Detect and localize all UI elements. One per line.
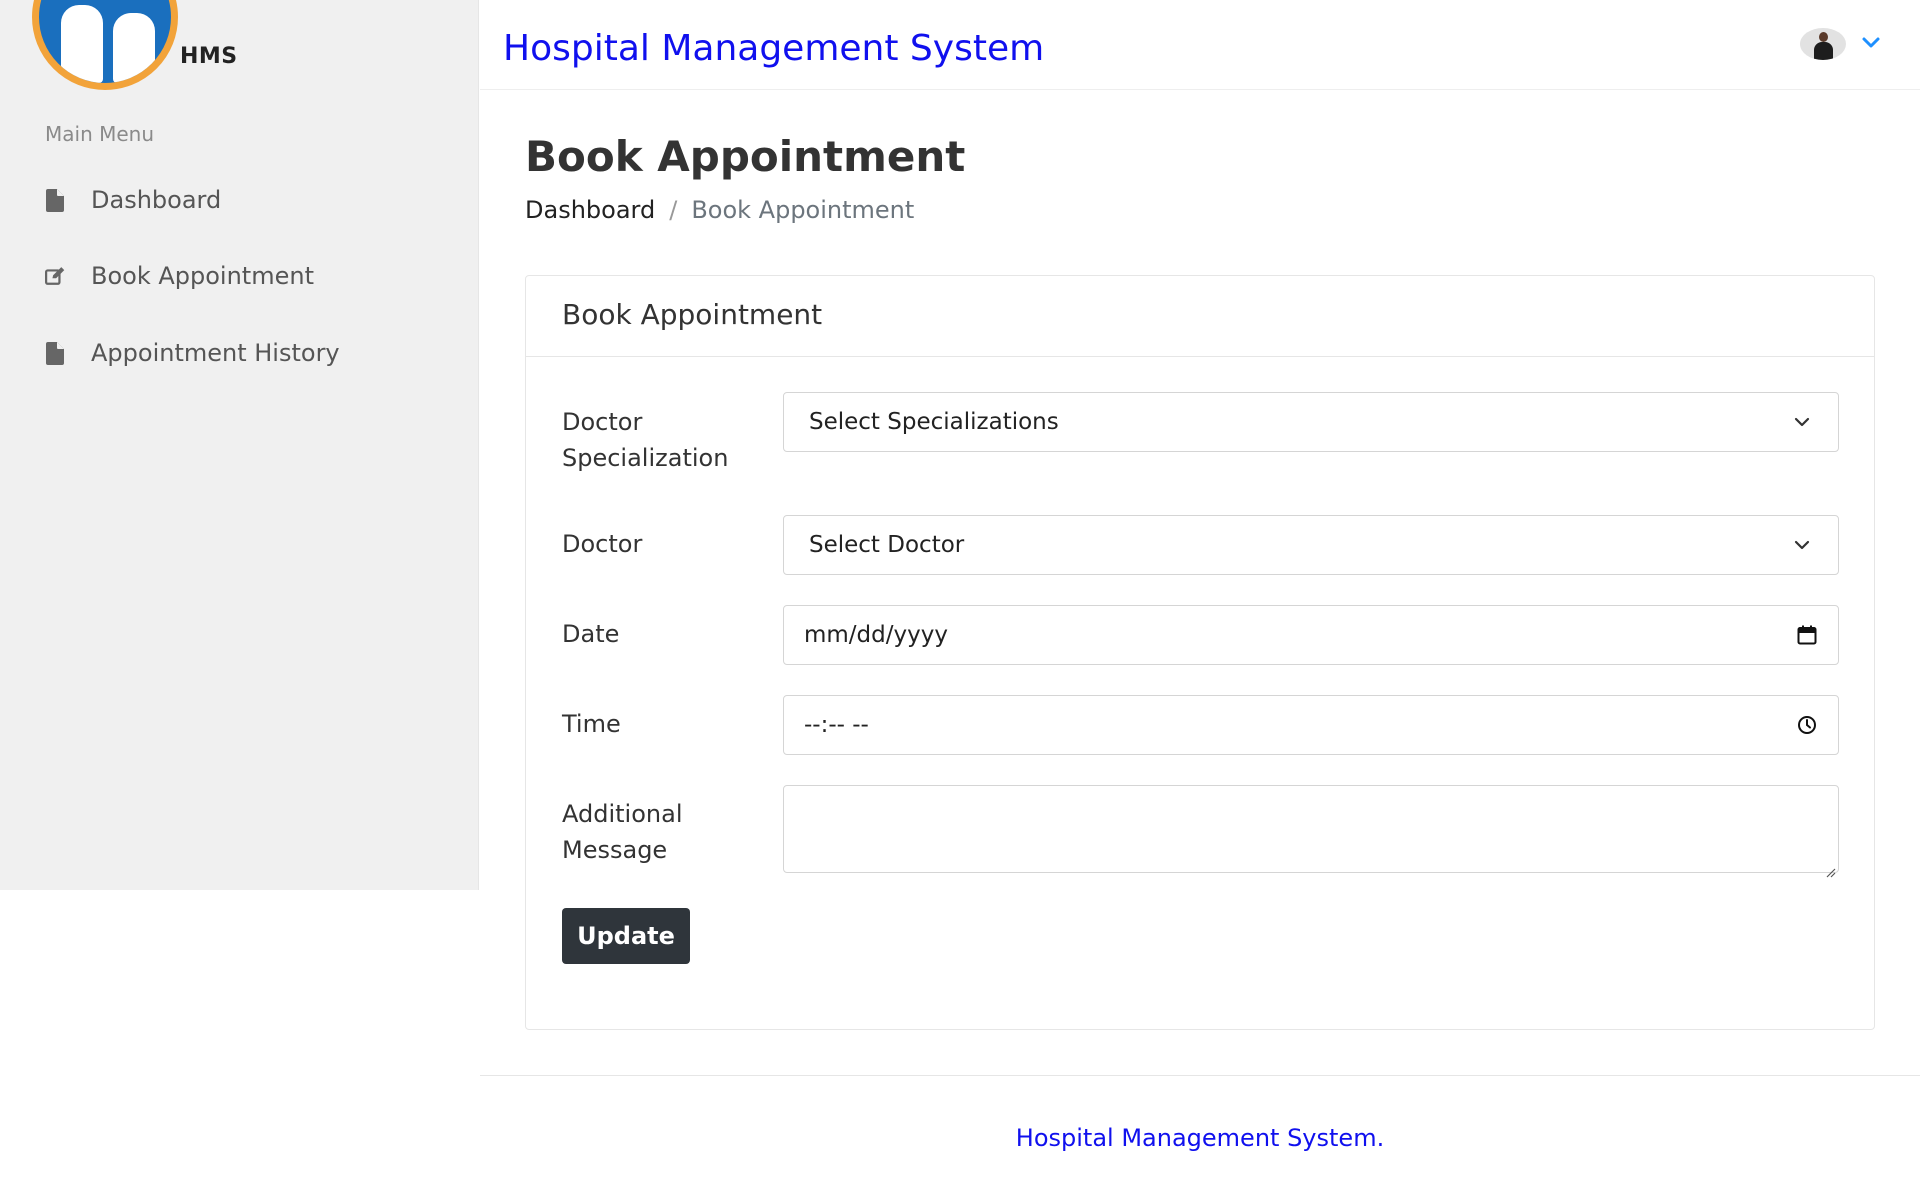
doctor-label: Doctor — [562, 530, 643, 558]
sidebar-item-label: Dashboard — [91, 186, 222, 214]
doctor-selected-value: Select Doctor — [809, 532, 965, 558]
sidebar-item-label: Appointment History — [91, 339, 340, 367]
logo-text: HMS — [180, 44, 238, 69]
top-header: Hospital Management System — [480, 0, 1920, 90]
specialization-selected-value: Select Specializations — [809, 409, 1059, 435]
card-title: Book Appointment — [562, 298, 823, 331]
footer-divider — [480, 1075, 1920, 1076]
doctor-select[interactable]: Select Doctor — [783, 515, 1839, 575]
app-title: Hospital Management System — [503, 28, 1045, 69]
resize-handle-icon[interactable] — [1824, 858, 1836, 878]
breadcrumb-current: Book Appointment — [691, 196, 915, 224]
date-label: Date — [562, 620, 620, 648]
time-label: Time — [562, 710, 621, 738]
sidebar: HMS Main Menu Dashboard Book Appointment… — [0, 0, 479, 890]
sidebar-item-dashboard[interactable]: Dashboard — [45, 180, 221, 220]
chevron-down-icon — [1791, 534, 1813, 556]
appointment-card: Book Appointment Doctor Specialization S… — [525, 275, 1875, 1030]
file-icon — [45, 341, 65, 365]
specialization-select[interactable]: Select Specializations — [783, 392, 1839, 452]
user-avatar[interactable] — [1800, 28, 1846, 60]
message-label-line1: Additional — [562, 800, 683, 828]
calendar-icon[interactable] — [1796, 624, 1818, 646]
time-input[interactable]: --:-- -- — [783, 695, 1839, 755]
date-input[interactable]: mm/dd/yyyy — [783, 605, 1839, 665]
date-placeholder: mm/dd/yyyy — [804, 622, 948, 648]
message-textarea[interactable] — [783, 785, 1839, 878]
menu-heading: Main Menu — [45, 122, 155, 146]
card-header: Book Appointment — [526, 276, 1874, 357]
sidebar-item-label: Book Appointment — [91, 262, 314, 290]
breadcrumb-dashboard-link[interactable]: Dashboard — [525, 196, 655, 224]
specialization-label: Doctor Specialization — [562, 404, 728, 476]
message-label-line2: Message — [562, 836, 668, 864]
edit-icon — [45, 264, 65, 288]
specialization-label-line1: Doctor — [562, 408, 643, 436]
file-icon — [45, 188, 65, 212]
time-placeholder: --:-- -- — [804, 712, 869, 738]
chevron-down-icon[interactable] — [1860, 34, 1882, 52]
clock-icon[interactable] — [1796, 714, 1818, 736]
page-title: Book Appointment — [525, 132, 966, 181]
sidebar-item-appointment-history[interactable]: Appointment History — [45, 333, 340, 373]
breadcrumb-separator: / — [669, 196, 678, 224]
footer-text: Hospital Management System. — [1015, 1124, 1385, 1152]
sidebar-item-book-appointment[interactable]: Book Appointment — [45, 256, 314, 296]
logo[interactable]: HMS — [0, 0, 479, 90]
message-label: Additional Message — [562, 796, 682, 868]
doctors-logo-icon — [32, 0, 178, 90]
update-button[interactable]: Update — [562, 908, 690, 964]
specialization-label-line2: Specialization — [562, 444, 729, 472]
chevron-down-icon — [1791, 411, 1813, 433]
breadcrumb: Dashboard / Book Appointment — [525, 196, 914, 224]
